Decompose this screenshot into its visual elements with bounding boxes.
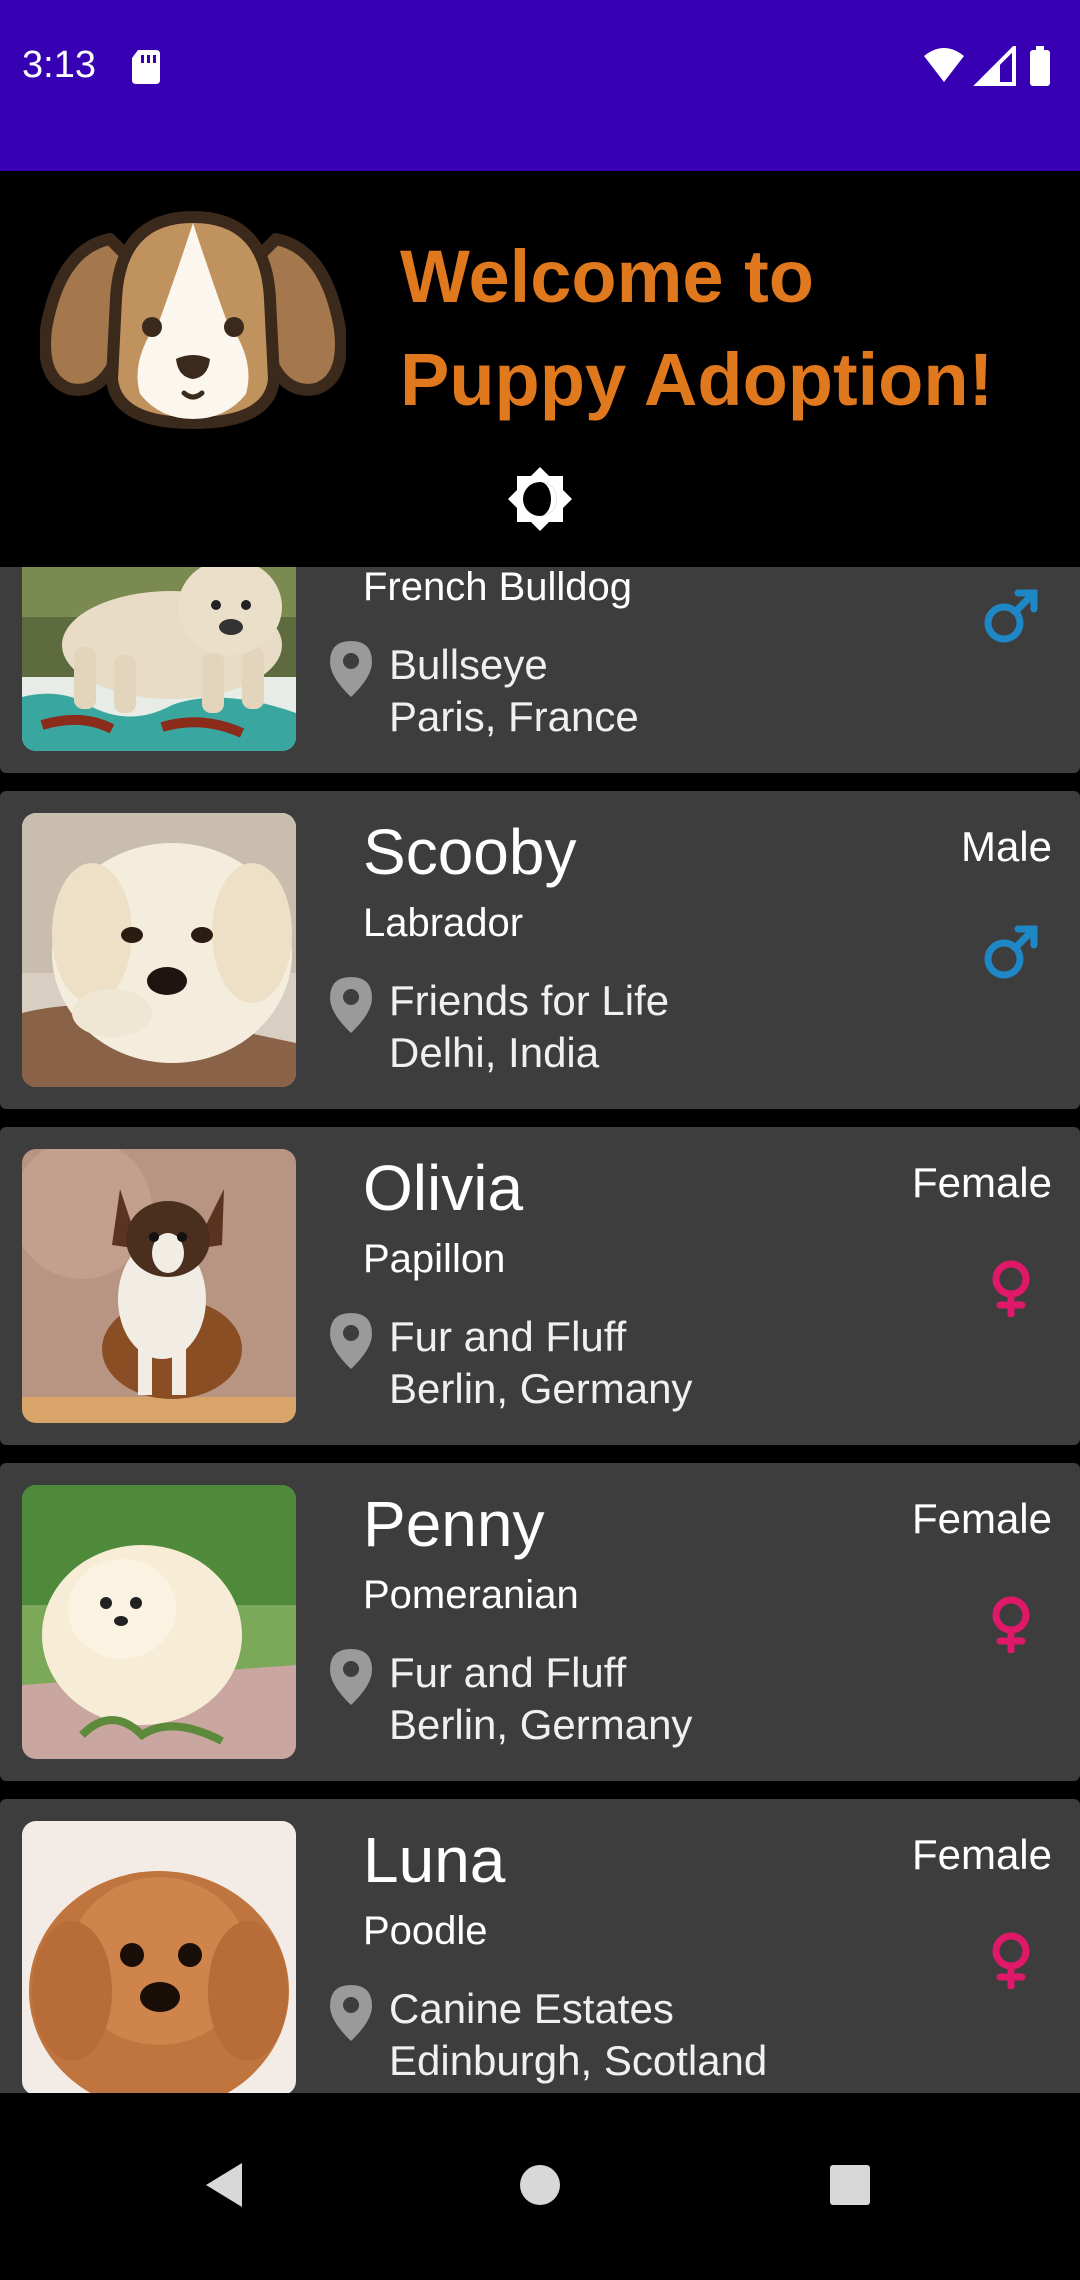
puppy-name: Olivia (363, 1152, 524, 1224)
poodle-photo (22, 1821, 296, 2093)
puppy-name: Scooby (363, 816, 577, 888)
location-pin-icon (330, 1649, 372, 1705)
shelter-name: Fur and Fluff (389, 1313, 627, 1360)
system-status-icons (924, 46, 1050, 86)
location-pin-icon (330, 641, 372, 697)
status-bar: 3:13 (0, 0, 1080, 171)
male-icon (984, 589, 1038, 643)
navigation-bar (0, 2093, 1080, 2280)
puppy-location: Bullseye Paris, France (389, 639, 639, 743)
puppy-gender: Female (911, 1831, 1052, 1878)
male-icon (984, 925, 1038, 979)
location-pin-icon (330, 1985, 372, 2041)
location-pin-icon (330, 977, 372, 1033)
signal-icon (973, 46, 1016, 86)
brightness-icon[interactable] (508, 467, 572, 531)
french-bulldog-photo (22, 567, 296, 751)
home-icon[interactable] (510, 2155, 570, 2215)
welcome-line-2: Puppy Adoption! (400, 338, 994, 421)
puppy-name: Penny (363, 1488, 545, 1560)
puppy-breed: Poodle (363, 1909, 488, 1953)
city-country: Berlin, Germany (389, 1701, 693, 1748)
welcome-line-1: Welcome to (400, 235, 814, 318)
puppy-gender: Male (960, 823, 1052, 870)
city-country: Delhi, India (389, 1029, 600, 1076)
puppy-gender: Female (911, 1495, 1052, 1542)
pomeranian-photo (22, 1485, 296, 1759)
puppy-card[interactable]: Olivia Papillon Fur and Fluff Berlin, Ge… (0, 1127, 1080, 1445)
back-icon[interactable] (196, 2155, 256, 2215)
puppy-gender: Female (911, 1159, 1052, 1206)
city-country: Berlin, Germany (389, 1365, 693, 1412)
puppy-face-logo (40, 210, 346, 430)
city-country: Edinburgh, Scotland (389, 2037, 768, 2084)
puppy-breed: Papillon (363, 1237, 506, 1281)
puppy-location: Fur and Fluff Berlin, Germany (389, 1647, 692, 1751)
shelter-name: Bullseye (389, 641, 548, 688)
puppy-breed: Labrador (363, 901, 524, 945)
shelter-name: Friends for Life (389, 977, 670, 1024)
female-icon (992, 1596, 1030, 1653)
city-country: Paris, France (389, 693, 639, 740)
welcome-title: Welcome to Puppy Adoption! (400, 225, 1040, 431)
status-time: 3:13 (22, 44, 96, 86)
labrador-photo (22, 813, 296, 1087)
location-pin-icon (330, 1313, 372, 1369)
battery-icon (1030, 46, 1050, 86)
wifi-icon (924, 48, 964, 82)
app-header: Welcome to Puppy Adoption! (0, 171, 1080, 567)
puppy-breed: French Bulldog (363, 567, 633, 609)
puppy-location: Friends for Life Delhi, India (389, 975, 669, 1079)
puppy-breed: Pomeranian (363, 1573, 579, 1617)
recents-icon[interactable] (820, 2155, 880, 2215)
puppy-card[interactable]: French Bulldog Bullseye Paris, France (0, 567, 1080, 773)
sd-card-icon (132, 50, 160, 84)
puppy-list[interactable]: French Bulldog Bullseye Paris, France Sc… (0, 567, 1080, 2093)
papillon-photo (22, 1149, 296, 1423)
puppy-location: Canine Estates Edinburgh, Scotland (389, 1983, 767, 2087)
puppy-card[interactable]: Luna Poodle Canine Estates Edinburgh, Sc… (0, 1799, 1080, 2093)
puppy-location: Fur and Fluff Berlin, Germany (389, 1311, 692, 1415)
female-icon (992, 1260, 1030, 1317)
shelter-name: Canine Estates (389, 1985, 674, 2032)
puppy-name: Luna (363, 1824, 506, 1896)
puppy-card[interactable]: Scooby Labrador Friends for Life Delhi, … (0, 791, 1080, 1109)
female-icon (992, 1932, 1030, 1989)
shelter-name: Fur and Fluff (389, 1649, 627, 1696)
puppy-card[interactable]: Penny Pomeranian Fur and Fluff Berlin, G… (0, 1463, 1080, 1781)
